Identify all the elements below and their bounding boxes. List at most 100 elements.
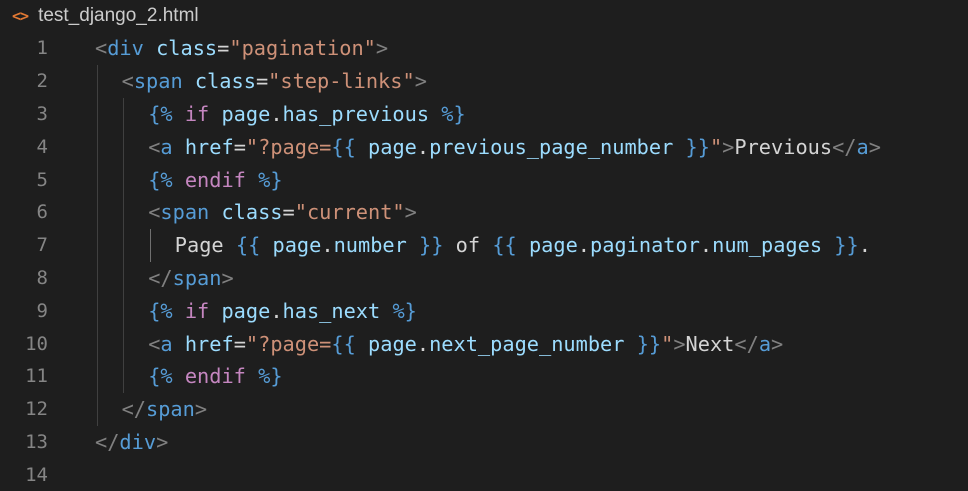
- code-token: >: [221, 265, 234, 290]
- editor-tab[interactable]: <> test_django_2.html: [0, 0, 968, 32]
- code-token: ": [661, 331, 674, 356]
- code-token: >: [156, 429, 169, 454]
- code-token: .: [416, 134, 430, 159]
- line-number: 1: [36, 37, 48, 60]
- code-token: "?page=: [245, 134, 332, 159]
- code-token: >: [194, 397, 208, 422]
- code-token: paginator: [590, 233, 700, 258]
- code-token: %}: [258, 167, 283, 192]
- code-token: =: [233, 134, 246, 159]
- code-token: .: [577, 233, 591, 258]
- code-token: number: [333, 233, 407, 258]
- tab-filename: test_django_2.html: [38, 5, 199, 26]
- code-line[interactable]: 9 {% if page. has_next %}: [0, 294, 968, 327]
- code-token: Page: [174, 233, 236, 258]
- code-token: {%: [148, 101, 173, 126]
- code-token: of: [443, 233, 493, 258]
- line-number: 5: [36, 168, 48, 191]
- code-token: }}: [636, 331, 662, 356]
- code-editor[interactable]: 1 < div class = "pagination" >2 < span class = "s…: [0, 32, 968, 491]
- code-token: span: [146, 397, 195, 422]
- code-token: <: [95, 36, 108, 61]
- line-number: 12: [25, 398, 48, 421]
- code-line[interactable]: 13 </div >: [0, 426, 968, 459]
- code-token: =: [233, 331, 246, 356]
- code-token: =: [255, 69, 269, 94]
- line-code: {% endif %}: [148, 163, 282, 196]
- code-token: %}: [392, 298, 417, 323]
- line-number: 10: [25, 332, 48, 355]
- code-token: >: [868, 134, 881, 159]
- code-token: Next: [685, 331, 735, 356]
- code-token: page: [528, 233, 578, 258]
- code-token: <: [121, 69, 134, 94]
- code-line[interactable]: 2 < span class = "step-links" >: [0, 65, 968, 98]
- line-code: {% if page. has_next %}: [148, 294, 417, 327]
- code-line[interactable]: 1 < div class = "pagination" >: [0, 32, 968, 65]
- line-code: </span >: [148, 262, 233, 295]
- line-code: {% endif %}: [148, 360, 282, 393]
- code-line[interactable]: 4 < a href = "?page={{ page. previous_page_nu…: [0, 130, 968, 163]
- code-token: .: [699, 233, 713, 258]
- line-code: </div >: [95, 426, 168, 459]
- code-token: </: [148, 265, 173, 290]
- code-token: .: [270, 298, 283, 323]
- line-code: < span class = "current" >: [148, 196, 417, 229]
- line-number: 7: [36, 234, 48, 257]
- code-token: class: [156, 36, 218, 61]
- code-token: }}: [685, 134, 710, 159]
- code-token: div: [107, 36, 144, 61]
- code-token: <: [148, 200, 161, 225]
- code-line[interactable]: 11 {% endif %}: [0, 360, 968, 393]
- line-code: {% if page. has_previous %}: [148, 98, 466, 131]
- code-token: endif: [184, 364, 246, 389]
- code-line[interactable]: 6 < span class = "current" >: [0, 196, 968, 229]
- code-token: {{: [331, 134, 356, 159]
- line-code: Page {{ page. number }} of {{ page. pagina…: [175, 229, 871, 262]
- code-token: .: [270, 101, 283, 126]
- code-token: >: [404, 200, 417, 225]
- code-line[interactable]: 3 {% if page. has_previous %}: [0, 98, 968, 131]
- code-token: =: [282, 200, 295, 225]
- code-token: {%: [148, 364, 173, 389]
- code-line[interactable]: 5 {% endif %}: [0, 163, 968, 196]
- line-number: 4: [36, 135, 48, 158]
- code-token: {{: [331, 331, 356, 356]
- code-token: next_page_number: [429, 331, 625, 356]
- code-line[interactable]: 12 </span >: [0, 393, 968, 426]
- code-line[interactable]: 10 < a href = "?page={{ page. next_page_numbe…: [0, 327, 968, 360]
- code-token: .: [321, 233, 334, 258]
- line-code: < div class = "pagination" >: [95, 32, 388, 65]
- code-token: page: [221, 101, 271, 126]
- code-token: >: [771, 331, 784, 356]
- code-token: %}: [441, 101, 466, 126]
- code-line[interactable]: 14: [0, 458, 968, 491]
- code-token: .: [416, 331, 430, 356]
- code-token: endif: [184, 167, 246, 192]
- code-token: page: [368, 134, 417, 159]
- code-line[interactable]: 8 </span >: [0, 262, 968, 295]
- code-token: "?page=: [245, 331, 332, 356]
- code-token: Previous: [734, 134, 833, 159]
- line-number: 11: [25, 365, 48, 388]
- code-token: num_pages: [712, 233, 823, 258]
- code-token: href: [184, 331, 234, 356]
- code-token: page: [272, 233, 322, 258]
- code-token: page: [368, 331, 417, 356]
- code-token: span: [172, 265, 222, 290]
- code-token: {%: [148, 298, 173, 323]
- code-token: <: [148, 134, 161, 159]
- code-line[interactable]: 7 Page {{ page. number }} of {{ page. pagin…: [0, 229, 968, 262]
- code-token: "pagination": [229, 36, 376, 61]
